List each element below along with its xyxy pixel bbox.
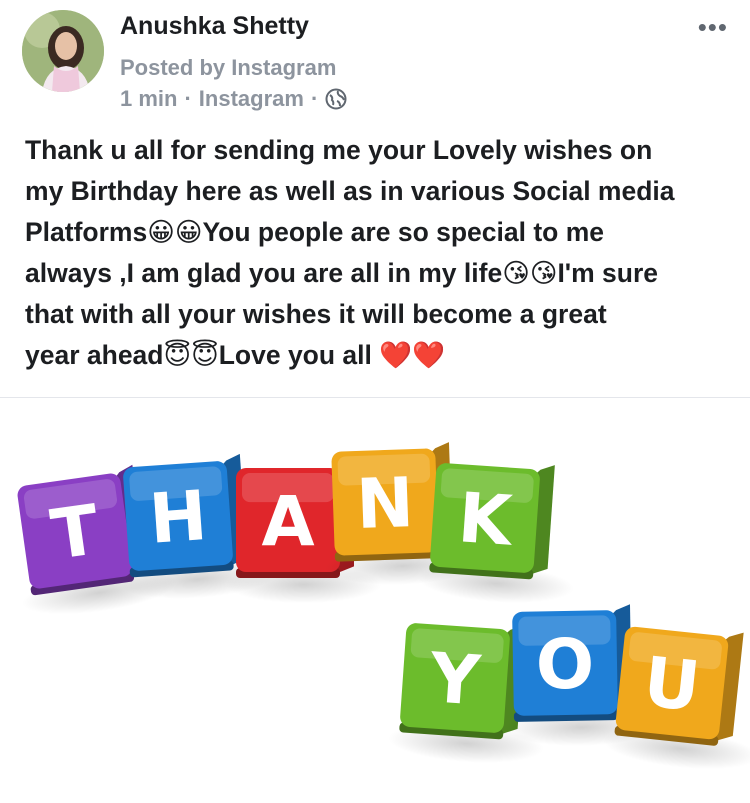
post-text-line: Platforms😀😀You people are so special to … <box>25 217 605 247</box>
cube-letter: A <box>261 482 314 562</box>
post-text-line: my Birthday here as well as in various S… <box>25 176 675 206</box>
posted-by-label: Posted by Instagram <box>120 55 337 80</box>
more-options-icon[interactable]: ••• <box>698 12 728 43</box>
meta-separator: · <box>310 86 319 111</box>
post-meta: 1 min · Instagram · <box>120 86 347 112</box>
post-time[interactable]: 1 min <box>120 86 177 112</box>
post-text-line: Thank u all for sending me your Lovely w… <box>25 135 653 165</box>
post-header: Anushka Shetty Posted by Instagram 1 min… <box>0 0 750 125</box>
cube-letter: O <box>535 624 595 705</box>
post-source: Instagram <box>198 86 304 111</box>
thank-you-image: T H A N KY O U <box>17 442 750 770</box>
post-text-line: always ,I am glad you are all in my life… <box>25 258 659 288</box>
author-name[interactable]: Anushka Shetty <box>120 12 309 41</box>
cube-letter: U <box>640 642 704 727</box>
globe-icon <box>325 88 347 110</box>
avatar[interactable] <box>22 10 104 92</box>
cube-letter: H <box>147 476 210 560</box>
cube-letter: N <box>355 463 415 545</box>
post-text-line: year ahead😇😇Love you all ❤️❤️ <box>25 340 446 370</box>
post-text: Thank u all for sending me your Lovely w… <box>25 130 730 376</box>
post-text-line: that with all your wishes it will become… <box>25 299 607 329</box>
cube-letter: Y <box>426 638 483 721</box>
post-image[interactable]: THANKYOU <box>0 398 750 803</box>
cube-letter: K <box>456 478 517 562</box>
meta-separator: · <box>184 86 192 111</box>
cube-k: K <box>418 463 574 603</box>
